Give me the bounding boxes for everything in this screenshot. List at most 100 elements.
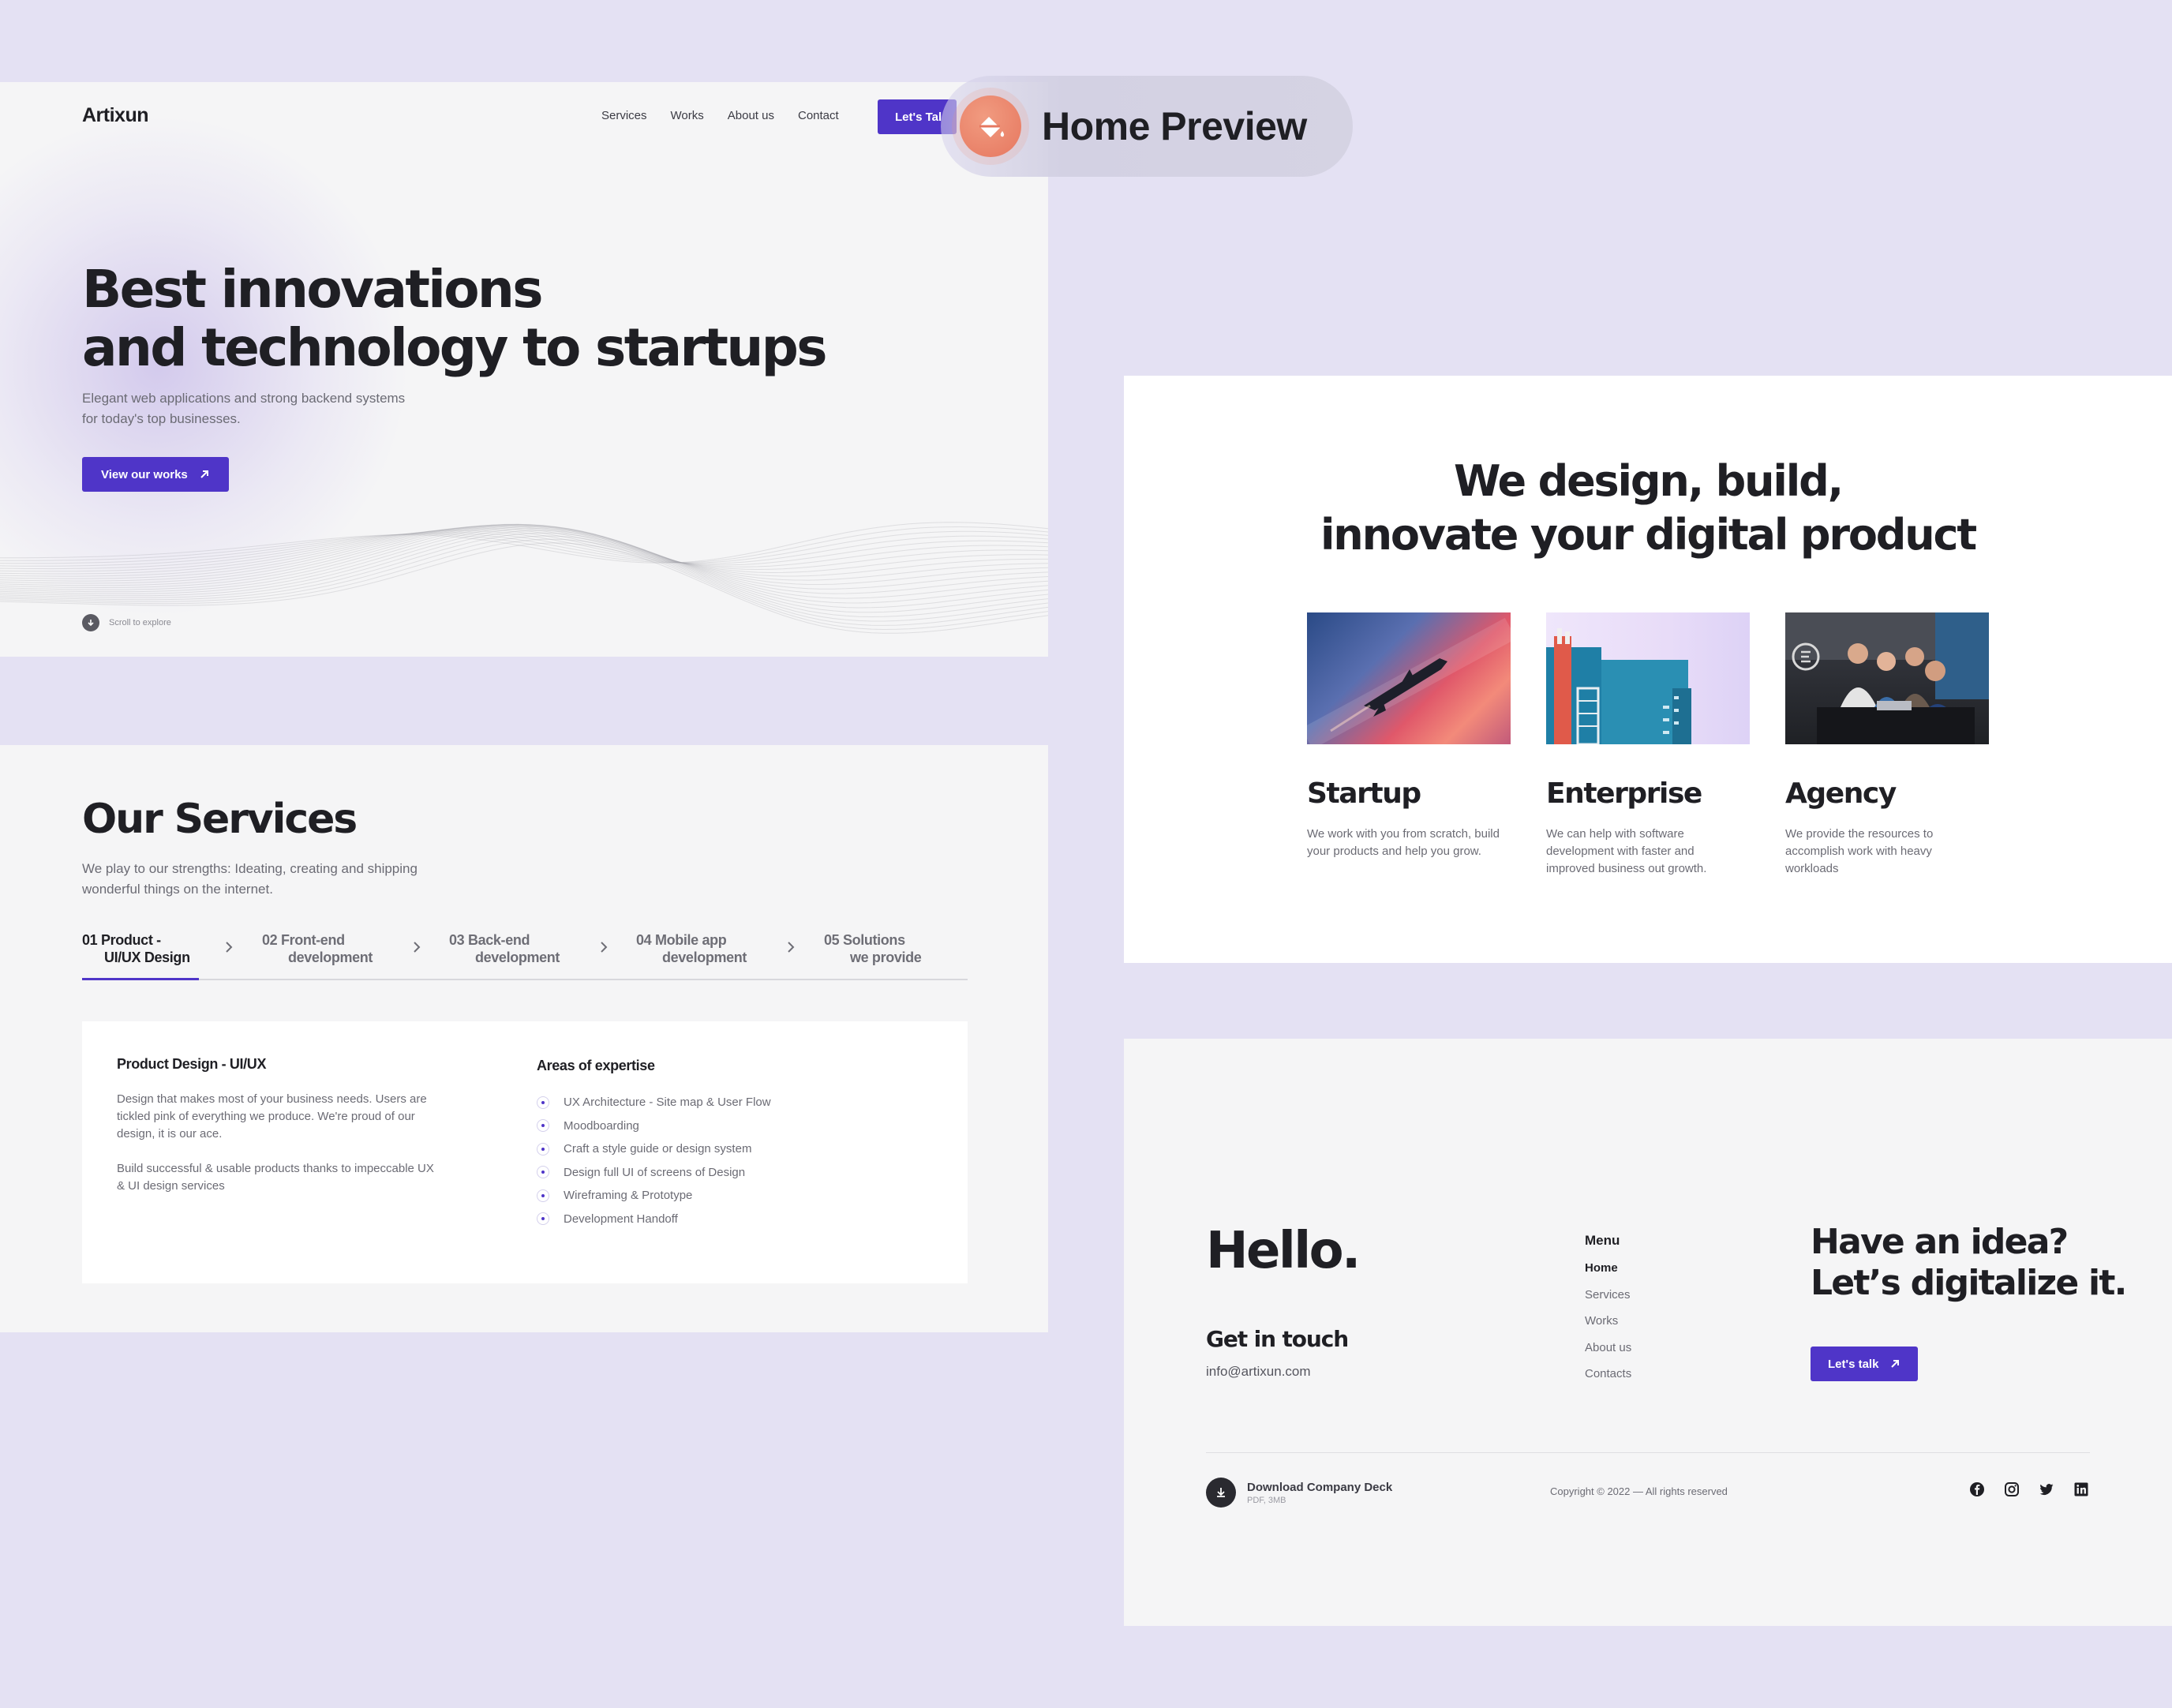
- footer-menu-services[interactable]: Services: [1585, 1288, 1631, 1315]
- deck-meta: PDF, 3MB: [1247, 1495, 1286, 1505]
- tab-number: 05: [824, 932, 840, 948]
- building-image: [1546, 612, 1750, 744]
- hero-panel: Artixun Services Works About us Contact …: [0, 82, 1048, 657]
- service-detail-card: Product Design - UI/UX Design that makes…: [82, 1021, 968, 1283]
- active-tab-indicator: [82, 978, 199, 980]
- linkedin-icon[interactable]: [2073, 1481, 2090, 1498]
- bullet-dot-icon: [537, 1119, 549, 1133]
- service-card-paragraph: Design that makes most of your business …: [117, 1092, 427, 1141]
- download-deck-link[interactable]: Download Company Deck PDF, 3MB: [1206, 1478, 1392, 1508]
- main-nav: Services Works About us Contact: [601, 109, 839, 122]
- tab-label: Product -: [100, 932, 161, 948]
- footer-lets-talk-button[interactable]: Let's talk: [1811, 1347, 1918, 1381]
- expertise-label: Moodboarding: [564, 1118, 639, 1133]
- service-card-paragraph: Build successful & usable products thank…: [117, 1162, 434, 1193]
- nav-item-contact[interactable]: Contact: [798, 109, 839, 122]
- tab-frontend[interactable]: 02 Front-end development: [262, 931, 373, 966]
- contact-email-link[interactable]: info@artixun.com: [1206, 1364, 1311, 1380]
- arrow-down-icon: [82, 614, 99, 631]
- services-title: Our Services: [82, 796, 358, 843]
- tab-number: 03: [449, 932, 465, 948]
- hero-title-line: and technology to startups: [82, 317, 828, 378]
- paint-bucket-icon: [960, 96, 1021, 157]
- tab-backend[interactable]: 03 Back-end development: [449, 931, 560, 966]
- tab-label: development: [288, 950, 373, 965]
- facebook-icon[interactable]: [1968, 1481, 1986, 1498]
- tab-label: Solutions: [842, 932, 905, 948]
- list-item: Design full UI of screens of Design: [537, 1161, 771, 1185]
- hero-subtitle-line: Elegant web applications and strong back…: [82, 391, 406, 406]
- tab-label: Mobile app: [654, 932, 727, 948]
- list-item: UX Architecture - Site map & User Flow: [537, 1091, 771, 1114]
- nav-item-services[interactable]: Services: [601, 109, 647, 122]
- services-panel: Our Services We play to our strengths: I…: [0, 745, 1048, 1332]
- hero-subtitle-line: for today's top businesses.: [82, 411, 241, 426]
- idea-heading: Have an idea? Let’s digitalize it.: [1811, 1222, 2127, 1304]
- view-works-button[interactable]: View our works: [82, 457, 229, 492]
- design-title-line: We design, build,: [1454, 456, 1844, 506]
- arrow-up-right-icon: [1891, 1360, 1900, 1368]
- footer-divider: [1206, 1452, 2090, 1453]
- expertise-label: Craft a style guide or design system: [564, 1142, 752, 1156]
- chevron-right-icon: [414, 942, 421, 953]
- deck-title: Download Company Deck: [1247, 1480, 1393, 1494]
- startup-column: Startup We work with you from scratch, b…: [1307, 612, 1511, 860]
- bullet-dot-icon: [537, 1189, 549, 1202]
- instagram-icon[interactable]: [2003, 1481, 2020, 1498]
- chevron-right-icon: [788, 942, 795, 953]
- services-tabs: 01 Product - UI/UX Design 02 Front-end d…: [82, 931, 968, 980]
- column-title: Agency: [1785, 777, 1897, 810]
- tab-number: 04: [636, 932, 652, 948]
- tab-label: UI/UX Design: [104, 950, 190, 965]
- hello-heading: Hello.: [1206, 1222, 1361, 1280]
- bullet-dot-icon: [537, 1166, 549, 1179]
- list-item: Moodboarding: [537, 1114, 771, 1138]
- idea-line: Let’s digitalize it.: [1811, 1263, 2127, 1303]
- footer-lets-talk-label: Let's talk: [1828, 1357, 1879, 1371]
- services-subtitle: We play to our strengths: Ideating, crea…: [82, 859, 492, 900]
- arrow-up-right-icon: [200, 470, 208, 478]
- expertise-list: UX Architecture - Site map & User Flow M…: [537, 1091, 771, 1230]
- design-title: We design, build, innovate your digital …: [1124, 455, 2172, 562]
- expertise-label: UX Architecture - Site map & User Flow: [564, 1096, 771, 1110]
- copyright-text: Copyright © 2022 — All rights reserved: [1550, 1485, 1728, 1497]
- chevron-right-icon: [601, 942, 608, 953]
- tab-label: Front-end: [280, 932, 345, 948]
- expertise-heading: Areas of expertise: [537, 1058, 655, 1073]
- tab-mobile[interactable]: 04 Mobile app development: [636, 931, 747, 966]
- enterprise-column: Enterprise We can help with software dev…: [1546, 612, 1750, 878]
- idea-line: Have an idea?: [1811, 1222, 2069, 1262]
- twitter-icon[interactable]: [2038, 1481, 2055, 1498]
- design-title-line: innovate your digital product: [1320, 510, 1977, 560]
- social-links: [1968, 1481, 2090, 1498]
- tab-product-design[interactable]: 01 Product - UI/UX Design: [82, 931, 190, 966]
- expertise-label: Development Handoff: [564, 1212, 678, 1226]
- nav-item-about[interactable]: About us: [728, 109, 774, 122]
- footer-menu-works[interactable]: Works: [1585, 1314, 1631, 1341]
- footer-menu-home[interactable]: Home: [1585, 1261, 1631, 1288]
- tab-label: development: [475, 950, 560, 965]
- chevron-right-icon: [226, 942, 233, 953]
- tab-solutions[interactable]: 05 Solutions we provide: [824, 931, 922, 966]
- download-icon: [1206, 1478, 1236, 1508]
- column-text: We can help with software development wi…: [1546, 827, 1707, 875]
- design-panel: We design, build, innovate your digital …: [1124, 376, 2172, 963]
- brand-logo[interactable]: Artixun: [82, 104, 149, 127]
- bullet-dot-icon: [537, 1096, 549, 1109]
- nav-item-works[interactable]: Works: [671, 109, 704, 122]
- hero-subtitle: Elegant web applications and strong back…: [82, 388, 477, 429]
- scroll-label: Scroll to explore: [109, 618, 171, 627]
- scroll-hint[interactable]: Scroll to explore: [82, 614, 171, 631]
- footer-menu-contacts[interactable]: Contacts: [1585, 1367, 1631, 1394]
- column-text: We work with you from scratch, build you…: [1307, 827, 1500, 858]
- bullet-dot-icon: [537, 1142, 549, 1156]
- bullet-dot-icon: [537, 1212, 549, 1226]
- list-item: Development Handoff: [537, 1208, 771, 1231]
- tab-label: Back-end: [467, 932, 530, 948]
- rocket-image: [1307, 612, 1511, 744]
- deck-text: Download Company Deck PDF, 3MB: [1247, 1481, 1392, 1505]
- footer-menu-about[interactable]: About us: [1585, 1341, 1631, 1368]
- expertise-label: Design full UI of screens of Design: [564, 1165, 746, 1179]
- footer-panel: Hello. Get in touch info@artixun.com Men…: [1124, 1039, 2172, 1626]
- column-text: We provide the resources to accomplish w…: [1785, 827, 1934, 875]
